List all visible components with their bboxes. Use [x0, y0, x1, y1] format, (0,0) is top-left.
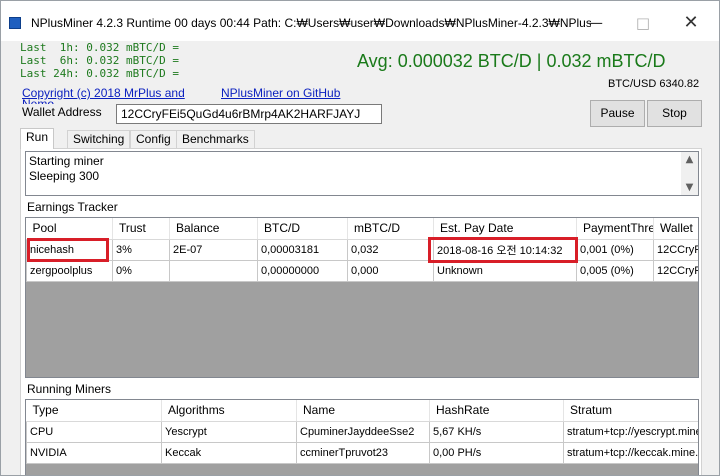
table-row[interactable]: nicehash 3% 2E-07 0,00003181 0,032 2018-… [26, 238, 698, 261]
cell-btc-d: 0,00000000 [257, 259, 348, 282]
tab-run[interactable]: Run [20, 128, 55, 149]
col-mbtc-d[interactable]: mBTC/D [347, 218, 434, 240]
cell-hashrate: 5,67 KH/s [429, 420, 564, 443]
cell-pool: zergpoolplus [26, 259, 113, 282]
log-scrollbar[interactable]: ▲ ▼ [681, 152, 698, 195]
minimize-icon[interactable]: — [575, 9, 615, 37]
col-hashrate[interactable]: HashRate [429, 400, 564, 422]
cell-type: CPU [26, 420, 162, 443]
app-icon [9, 17, 21, 29]
cell-payment-threshold: 0,001 (0%) [576, 238, 654, 261]
col-stratum[interactable]: Stratum [563, 400, 698, 422]
log-line: Starting miner [29, 154, 104, 168]
earnings-header-row: Pool Trust Balance BTC/D mBTC/D Est. Pay… [26, 218, 698, 240]
running-miners-label: Running Miners [27, 382, 112, 396]
cell-mbtc-d: 0,000 [347, 259, 434, 282]
cell-wallet: 12CCryFEi5QuGd4u6rBMrp4AK2HARFJAYJ [653, 259, 698, 282]
btc-usd-rate: BTC/USD 6340.82 [608, 78, 700, 90]
cell-balance: 2E-07 [169, 238, 258, 261]
cell-stratum: stratum+tcp://keccak.mine.zergpool.com [563, 441, 698, 464]
col-wallet[interactable]: Wallet [653, 218, 698, 240]
stats-panel: Last 1h: 0.032 mBTC/D = Last 6h: 0.032 mB… [20, 41, 220, 80]
cell-algorithms: Keccak [161, 441, 297, 464]
pause-button[interactable]: Pause [590, 100, 645, 127]
tab-benchmarks[interactable]: Benchmarks [176, 130, 255, 148]
col-type[interactable]: Type [26, 400, 162, 422]
wallet-address-input[interactable]: 12CCryFEi5QuGd4u6rBMrp4AK2HARFJAYJ [116, 104, 382, 124]
cell-type: NVIDIA [26, 441, 162, 464]
running-miners-grid[interactable]: Type Algorithms Name HashRate Stratum CP… [25, 399, 699, 475]
running-header-row: Type Algorithms Name HashRate Stratum [26, 400, 698, 422]
app-window: NPlusMiner 4.2.3 Runtime 00 days 00:44 P… [0, 0, 720, 476]
window-title: NPlusMiner 4.2.3 Runtime 00 days 00:44 P… [31, 16, 591, 30]
scroll-up-icon[interactable]: ▲ [681, 152, 698, 167]
table-row[interactable]: CPU Yescrypt CpuminerJayddeeSse2 5,67 KH… [26, 420, 698, 443]
cell-name: ccminerTpruvot23 [296, 441, 430, 464]
col-balance[interactable]: Balance [169, 218, 258, 240]
copyright-link[interactable]: Copyright (c) 2018 MrPlus and [22, 86, 185, 100]
col-algorithms[interactable]: Algorithms [161, 400, 297, 422]
log-line: Sleeping 300 [29, 169, 100, 183]
cell-pool: nicehash [26, 238, 113, 261]
title-bar[interactable]: NPlusMiner 4.2.3 Runtime 00 days 00:44 P… [1, 1, 719, 41]
copyright-link-overflow: Nemo [22, 99, 54, 104]
table-row[interactable]: NVIDIA Keccak ccminerTpruvot23 0,00 PH/s… [26, 441, 698, 464]
col-name[interactable]: Name [296, 400, 430, 422]
cell-stratum: stratum+tcp://yescrypt.mine.zergpool.com [563, 420, 698, 443]
stat-last-6h: Last 6h: 0.032 mBTC/D = [20, 54, 179, 67]
col-pool[interactable]: Pool [26, 218, 113, 240]
cell-trust: 3% [112, 238, 170, 261]
cell-trust: 0% [112, 259, 170, 282]
col-trust[interactable]: Trust [112, 218, 170, 240]
stop-button[interactable]: Stop [647, 100, 702, 127]
col-payment-threshold[interactable]: PaymentThreshold [576, 218, 654, 240]
wallet-label: Wallet Address [22, 105, 102, 119]
earnings-tracker-label: Earnings Tracker [27, 200, 118, 214]
stat-last-1h: Last 1h: 0.032 mBTC/D = [20, 41, 179, 54]
cell-balance [169, 259, 258, 282]
cell-algorithms: Yescrypt [161, 420, 297, 443]
tab-switching[interactable]: Switching [67, 130, 131, 148]
github-link[interactable]: NPlusMiner on GitHub [221, 86, 340, 100]
close-icon[interactable]: ✕ [671, 9, 711, 37]
avg-earnings: Avg: 0.000032 BTC/D | 0.032 mBTC/D [357, 51, 666, 71]
cell-hashrate: 0,00 PH/s [429, 441, 564, 464]
cell-btc-d: 0,00003181 [257, 238, 348, 261]
stat-last-24h: Last 24h: 0.032 mBTC/D = [20, 67, 179, 80]
maximize-icon[interactable]: □ [623, 9, 663, 37]
cell-est-pay-date: Unknown [433, 259, 577, 282]
cell-wallet: 12CCryFEi5QuGd4u6rBMrp4AK2HARFJAYJ [653, 238, 698, 261]
tab-config[interactable]: Config [130, 130, 177, 148]
cell-est-pay-date: 2018-08-16 오전 10:14:32 [433, 238, 577, 261]
col-est-pay-date[interactable]: Est. Pay Date [433, 218, 577, 240]
cell-name: CpuminerJayddeeSse2 [296, 420, 430, 443]
cell-payment-threshold: 0,005 (0%) [576, 259, 654, 282]
scroll-down-icon[interactable]: ▼ [681, 180, 698, 195]
table-row[interactable]: zergpoolplus 0% 0,00000000 0,000 Unknown… [26, 259, 698, 282]
cell-mbtc-d: 0,032 [347, 238, 434, 261]
col-btc-d[interactable]: BTC/D [257, 218, 348, 240]
log-box[interactable]: Starting miner Sleeping 300 ▲ ▼ [25, 151, 699, 196]
earnings-grid[interactable]: Pool Trust Balance BTC/D mBTC/D Est. Pay… [25, 217, 699, 378]
